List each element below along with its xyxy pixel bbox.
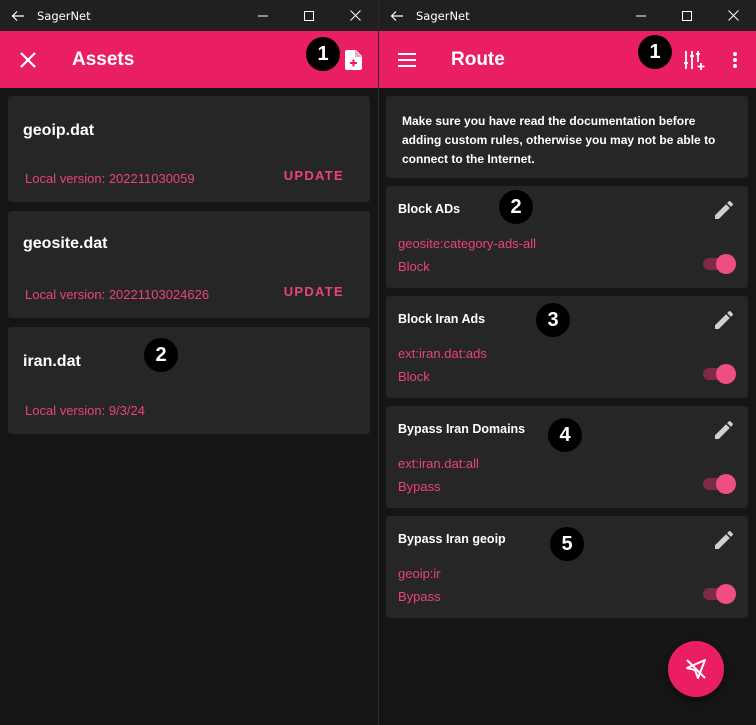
- annotation-badge-1: 1: [306, 37, 340, 71]
- annotation-badge-2: 2: [144, 338, 178, 372]
- update-button[interactable]: UPDATE: [284, 284, 344, 299]
- rule-action: Bypass: [398, 589, 441, 604]
- add-rule-button[interactable]: [674, 31, 714, 88]
- back-button[interactable]: [0, 0, 36, 31]
- paper-plane-off-icon: [686, 659, 706, 679]
- documentation-notice: Make sure you have read the documentatio…: [386, 96, 748, 178]
- annotation-badge-4: 4: [548, 418, 582, 452]
- close-window-button[interactable]: [332, 0, 378, 31]
- pencil-icon: [715, 201, 733, 219]
- add-asset-button[interactable]: [334, 31, 374, 88]
- edit-rule-button[interactable]: [712, 418, 736, 442]
- rule-name: Block ADs: [398, 202, 461, 216]
- minimize-button[interactable]: [618, 0, 664, 31]
- rule-match: ext:iran.dat:ads: [398, 346, 487, 361]
- annotation-badge-5: 5: [550, 527, 584, 561]
- asset-name: iran.dat: [23, 353, 81, 370]
- rule-enabled-toggle[interactable]: [702, 362, 736, 386]
- rule-action: Bypass: [398, 479, 441, 494]
- arrow-left-icon: [11, 10, 24, 21]
- maximize-icon: [682, 10, 692, 21]
- maximize-icon: [304, 10, 314, 21]
- update-button[interactable]: UPDATE: [284, 168, 344, 183]
- more-options-button[interactable]: [715, 31, 755, 88]
- asset-name: geosite.dat: [23, 235, 108, 252]
- rule-action: Block: [398, 259, 430, 274]
- rule-enabled-toggle[interactable]: [702, 252, 736, 276]
- asset-version: Local version: 9/3/24: [25, 403, 145, 418]
- pencil-icon: [715, 421, 733, 439]
- annotation-badge-3: 3: [536, 303, 570, 337]
- rule-card-block-ads[interactable]: Block ADs geosite:category-ads-all Block: [386, 186, 748, 288]
- close-icon: [727, 10, 739, 21]
- title-bar: SagerNet: [379, 0, 756, 31]
- annotation-badge-1: 1: [638, 35, 672, 69]
- file-plus-icon: [345, 49, 362, 70]
- page-title: Route: [451, 48, 505, 70]
- connect-fab-button[interactable]: [668, 641, 724, 697]
- rule-name: Block Iran Ads: [398, 312, 486, 326]
- rule-action: Block: [398, 369, 430, 384]
- window-controls: [618, 0, 756, 31]
- minimize-icon: [636, 15, 646, 16]
- page-title: Assets: [72, 48, 135, 70]
- asset-version: Local version: 202211030059: [25, 171, 195, 186]
- rule-match: geoip:ir: [398, 566, 441, 581]
- pencil-icon: [715, 311, 733, 329]
- tune-plus-icon: [684, 50, 705, 70]
- maximize-button[interactable]: [286, 0, 332, 31]
- more-vertical-icon: [733, 51, 737, 68]
- asset-name: geoip.dat: [23, 122, 95, 139]
- maximize-button[interactable]: [664, 0, 710, 31]
- minimize-button[interactable]: [240, 0, 286, 31]
- asset-card-geosite: geosite.dat Local version: 2022110302462…: [8, 211, 370, 318]
- hamburger-menu-icon: [398, 52, 416, 67]
- rule-name: Bypass Iran Domains: [398, 422, 526, 436]
- asset-card-iran: iran.dat Local version: 9/3/24: [8, 327, 370, 434]
- asset-version: Local version: 20221103024626: [25, 287, 210, 302]
- close-button[interactable]: [0, 31, 56, 88]
- rule-name: Bypass Iran geoip: [398, 532, 506, 546]
- rule-match: geosite:category-ads-all: [398, 236, 537, 251]
- edit-rule-button[interactable]: [712, 528, 736, 552]
- window-controls: [240, 0, 378, 31]
- asset-card-geoip: geoip.dat Local version: 202211030059 UP…: [8, 96, 370, 202]
- title-bar: SagerNet: [0, 0, 378, 31]
- window-title: SagerNet: [416, 8, 470, 23]
- arrow-left-icon: [390, 10, 403, 21]
- rule-enabled-toggle[interactable]: [702, 582, 736, 606]
- rule-match: ext:iran.dat:all: [398, 456, 479, 471]
- rule-enabled-toggle[interactable]: [702, 472, 736, 496]
- app-bar: Route: [379, 31, 756, 88]
- close-icon: [349, 10, 361, 21]
- pencil-icon: [715, 531, 733, 549]
- close-window-button[interactable]: [710, 0, 756, 31]
- menu-button[interactable]: [379, 31, 435, 88]
- annotation-badge-2: 2: [499, 190, 533, 224]
- edit-rule-button[interactable]: [712, 308, 736, 332]
- close-icon: [20, 51, 36, 68]
- minimize-icon: [258, 15, 268, 16]
- edit-rule-button[interactable]: [712, 198, 736, 222]
- window-title: SagerNet: [37, 8, 91, 23]
- back-button[interactable]: [379, 0, 415, 31]
